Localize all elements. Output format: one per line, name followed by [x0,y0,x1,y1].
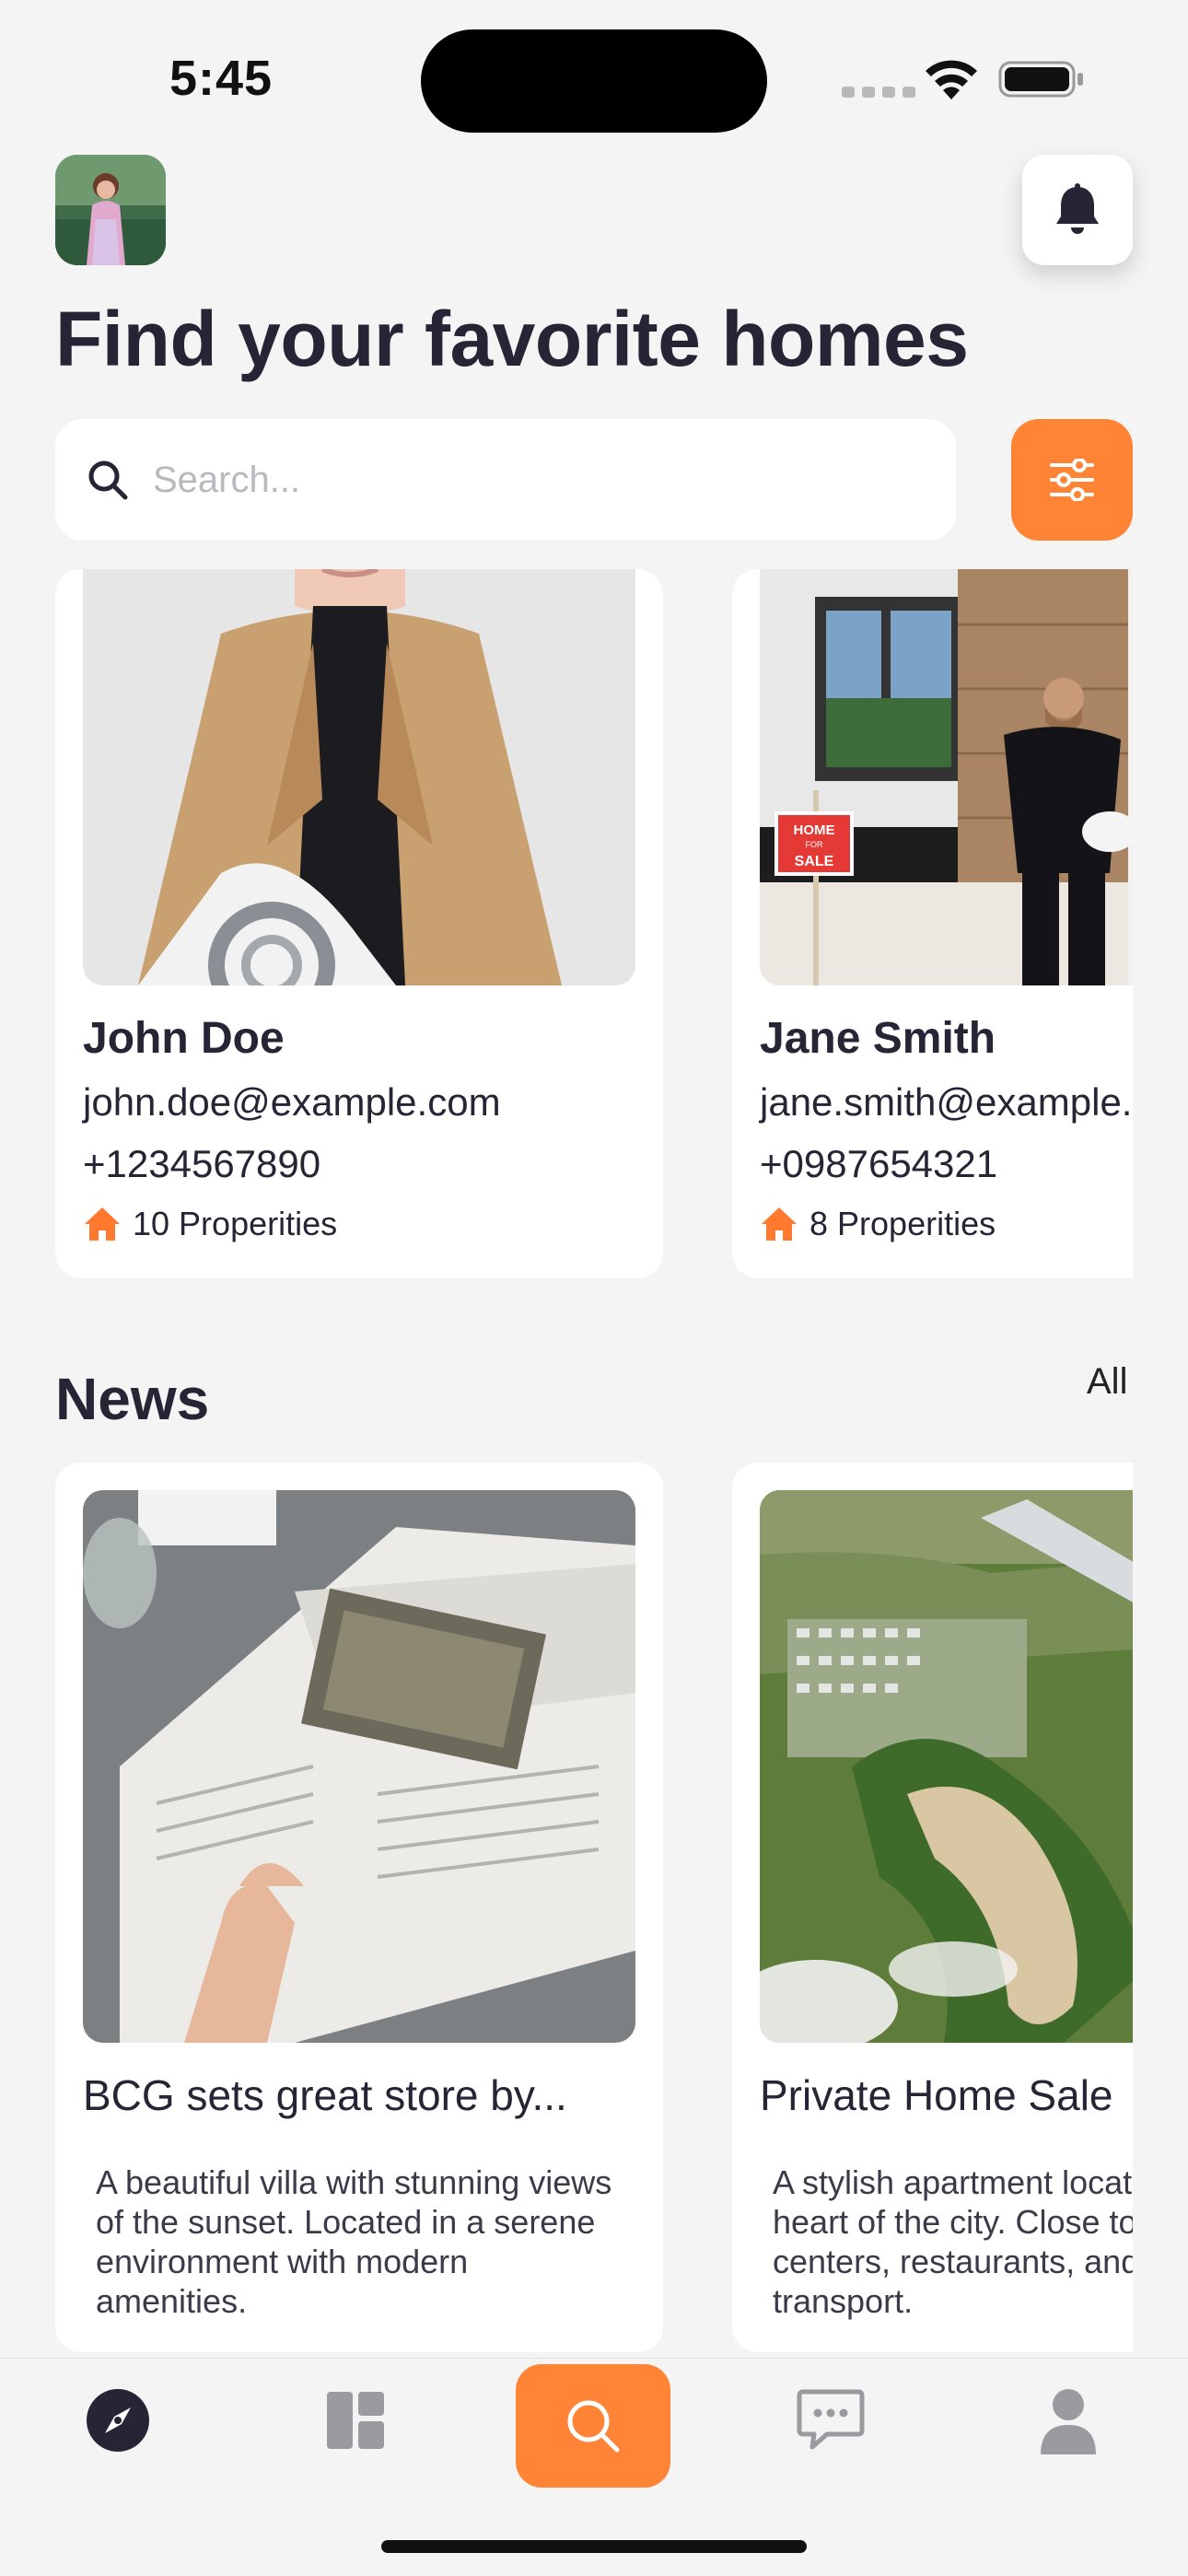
sign-text-home: HOME [794,822,835,838]
search-icon [567,2400,620,2453]
news-carousel[interactable]: BCG sets great store by... A beautiful v… [55,1463,1133,2352]
agent-phone: +1234567890 [83,1142,321,1185]
tab-profile[interactable] [1013,2365,1124,2476]
filter-button[interactable] [1011,419,1133,541]
agent-photo: HOME FOR SALE [760,569,1133,985]
news-card[interactable]: BCG sets great store by... A beautiful v… [55,1463,663,2352]
cellular-signal-icon [842,87,915,98]
sliders-icon [1050,459,1094,501]
wifi-icon [926,60,977,99]
sign-text-sale: SALE [795,854,834,869]
home-icon [85,1207,120,1241]
notification-button[interactable] [1022,155,1133,265]
news-headline: BCG sets great store by... [83,2071,567,2119]
agent-email: john.doe@example.com [83,1080,501,1124]
news-card[interactable]: Private Home Sale A stylish apartment lo… [732,1463,1133,2352]
agent-email: jane.smith@example.com [760,1080,1133,1124]
search-bar[interactable] [55,419,956,541]
compass-icon [87,2389,149,2452]
news-photo [83,1490,635,2043]
agent-properties: 10 Properities [83,1205,337,1243]
agent-card[interactable]: John Doe john.doe@example.com +123456789… [55,569,663,1278]
profile-icon [1041,2389,1096,2454]
home-icon [762,1207,797,1241]
status-time: 5:45 [169,51,274,106]
search-input[interactable] [151,458,891,502]
home-indicator [381,2540,807,2553]
agent-name: Jane Smith [760,1014,996,1063]
news-photo [760,1490,1133,2043]
search-icon [88,460,128,500]
dashboard-icon [327,2392,384,2449]
chat-icon [797,2389,865,2450]
agent-name: John Doe [83,1014,285,1063]
agent-properties-count: 10 Properities [133,1205,338,1242]
agent-card[interactable]: HOME FOR SALE Jane Smith jane.smith@exam… [732,569,1133,1278]
agent-photo [83,569,635,985]
tab-search[interactable] [516,2364,670,2488]
agents-carousel[interactable]: John Doe john.doe@example.com +123456789… [55,569,1133,1278]
agent-properties: 8 Properities [760,1205,996,1243]
news-description: A stylish apartment located in the heart… [773,2163,1133,2320]
page-title: Find your favorite homes [55,296,969,382]
news-see-all-link[interactable]: All [1087,1361,1127,1403]
tab-messages[interactable] [775,2365,886,2476]
tab-dashboard[interactable] [300,2365,411,2476]
tab-explore[interactable] [63,2365,173,2476]
news-section-title: News [55,1366,210,1432]
agent-properties-count: 8 Properities [809,1205,996,1242]
battery-icon [998,61,1083,98]
news-description: A beautiful villa with stunning views of… [96,2163,612,2320]
user-avatar[interactable] [55,155,166,265]
dynamic-island [421,29,767,133]
bell-icon [1056,183,1099,234]
agent-phone: +0987654321 [760,1142,998,1185]
sign-text-for: FOR [806,840,823,849]
news-headline: Private Home Sale [760,2071,1113,2119]
